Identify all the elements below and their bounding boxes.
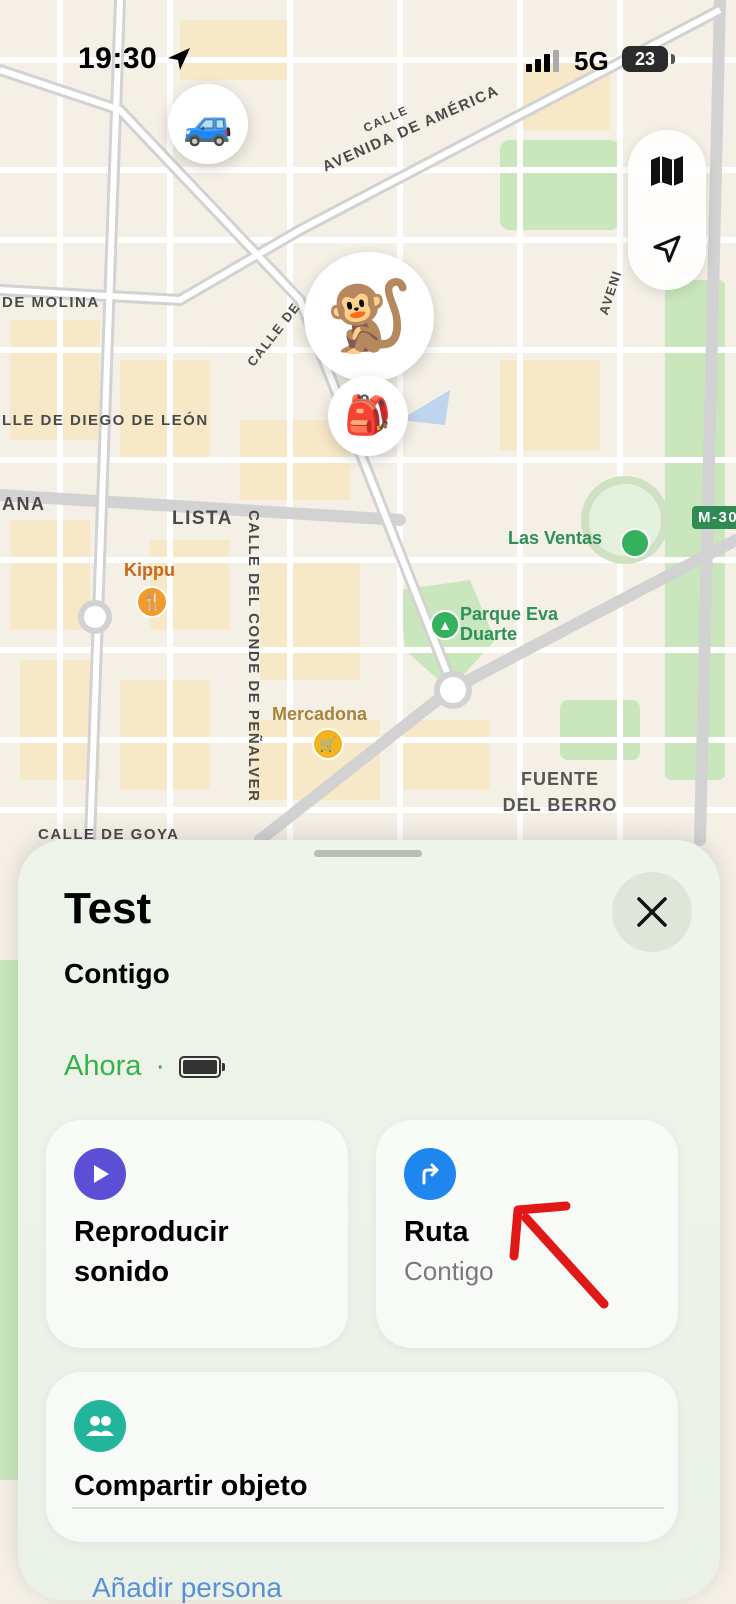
landmark-icon[interactable] (620, 528, 650, 558)
highway-badge: M-30 (692, 506, 736, 529)
poi-las-ventas-label[interactable]: Las Ventas (508, 528, 602, 549)
poi-mercadona-label[interactable]: Mercadona (272, 704, 367, 725)
add-person-link[interactable]: Añadir persona (92, 1572, 282, 1604)
map-mode-button[interactable] (628, 132, 706, 210)
people-icon (74, 1400, 126, 1452)
route-label: Ruta (404, 1216, 469, 1248)
network-type: 5G (574, 46, 609, 76)
poi-kippu-label[interactable]: Kippu (124, 560, 175, 581)
close-icon (637, 897, 667, 927)
item-owner: Contigo (64, 958, 170, 989)
location-button[interactable] (628, 210, 706, 288)
directions-icon (404, 1148, 456, 1200)
map-icon (651, 156, 683, 186)
restaurant-icon[interactable]: 🍴 (136, 586, 168, 618)
status-bar: 19:30 5G 23 (0, 0, 736, 120)
play-icon (74, 1148, 126, 1200)
share-item-label: Compartir objeto (74, 1470, 308, 1502)
street-label: DE MOLINA (2, 294, 100, 311)
park-icon[interactable]: ▲ (430, 610, 460, 640)
poi-fuente-label: FUENTE DEL BERRO (502, 769, 618, 815)
street-label: CALLE DEL CONDE DE PEÑALVER (245, 510, 262, 803)
street-label: LLE DE DIEGO DE LEÓN (2, 412, 209, 429)
item-detail-sheet: Test Contigo Ahora · Reproducir sonido R… (18, 840, 720, 1600)
red-arrow-annotation (509, 1201, 609, 1309)
street-label: ANA (2, 494, 46, 514)
battery-icon (179, 1055, 226, 1078)
battery-tip (671, 54, 675, 64)
divider (72, 1507, 664, 1509)
status-time: 19:30 (78, 42, 158, 75)
monkey-pin[interactable]: 🐒 (304, 252, 434, 382)
play-sound-card[interactable]: Reproducir sonido (46, 1120, 348, 1348)
sheet-grabber[interactable] (314, 850, 422, 857)
street-label: LISTA (172, 508, 233, 529)
separator-dot: · (155, 1050, 166, 1082)
last-seen-text: Ahora (64, 1050, 142, 1082)
location-arrow-icon (653, 235, 681, 263)
backpack-pin[interactable]: 🎒 (328, 376, 408, 456)
route-sublabel: Contigo (404, 1256, 494, 1286)
cellular-signal-icon (526, 50, 559, 72)
play-sound-label: Reproducir sonido (74, 1216, 229, 1288)
item-title: Test (64, 884, 152, 933)
share-item-card[interactable]: Compartir objeto (46, 1372, 678, 1542)
battery-indicator: 23 (622, 46, 668, 72)
poi-parque-label[interactable]: Parque Eva Duarte (460, 604, 600, 644)
location-services-icon (168, 48, 190, 70)
shopping-cart-icon[interactable]: 🛒 (312, 728, 344, 760)
close-button[interactable] (612, 872, 692, 952)
item-status: Ahora · (64, 1050, 226, 1083)
map-controls (628, 130, 706, 290)
